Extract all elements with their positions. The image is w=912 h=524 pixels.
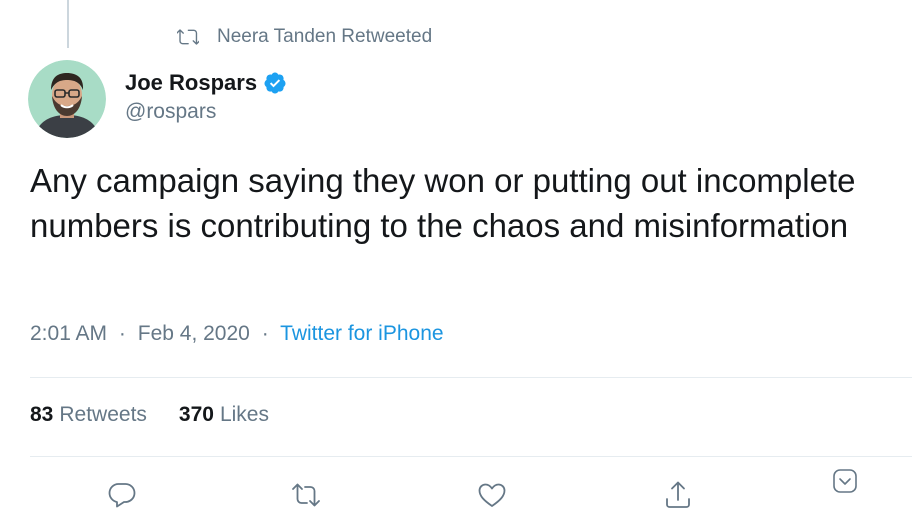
tweet-date[interactable]: Feb 4, 2020 xyxy=(138,322,250,345)
avatar-image xyxy=(28,60,106,138)
retweet-button[interactable] xyxy=(290,479,322,511)
likes-label: Likes xyxy=(219,403,269,426)
retweet-context: Neera Tanden Retweeted xyxy=(177,25,432,49)
thread-line xyxy=(67,0,69,48)
reply-icon xyxy=(108,483,136,508)
like-button[interactable] xyxy=(476,479,508,511)
likes-stat[interactable]: 370 Likes xyxy=(179,403,269,427)
author-block: Joe Rospars @rospars xyxy=(125,68,287,124)
share-button[interactable] xyxy=(662,479,694,511)
reply-button[interactable] xyxy=(106,479,138,511)
avatar[interactable] xyxy=(28,60,106,138)
tweet-time[interactable]: 2:01 AM xyxy=(30,322,107,345)
retweet-icon xyxy=(177,29,199,45)
verified-badge-icon xyxy=(264,72,286,94)
display-name-row: Joe Rospars xyxy=(125,68,287,98)
retweets-label: Retweets xyxy=(59,403,147,426)
retweet-context-text[interactable]: Neera Tanden Retweeted xyxy=(217,26,432,48)
tweet-source-link[interactable]: Twitter for iPhone xyxy=(280,322,443,345)
more-options-button[interactable] xyxy=(832,468,858,494)
chevron-down-icon xyxy=(833,469,857,493)
likes-count: 370 xyxy=(178,403,214,426)
tweet-text: Any campaign saying they won or putting … xyxy=(30,162,856,244)
display-name[interactable]: Joe Rospars xyxy=(125,70,257,96)
handle[interactable]: @rospars xyxy=(125,100,287,124)
retweets-stat[interactable]: 83 Retweets xyxy=(30,403,147,427)
divider xyxy=(30,377,912,378)
retweets-count: 83 xyxy=(30,403,54,426)
retweet-icon xyxy=(292,483,320,507)
like-icon xyxy=(478,483,506,507)
tweet-meta: 2:01 AM · Feb 4, 2020 · Twitter for iPho… xyxy=(30,322,444,346)
share-icon xyxy=(666,481,690,508)
meta-separator: · xyxy=(261,322,269,345)
divider xyxy=(30,456,912,457)
meta-separator: · xyxy=(118,322,126,345)
tweet-stats: 83 Retweets 370 Likes xyxy=(30,403,269,427)
